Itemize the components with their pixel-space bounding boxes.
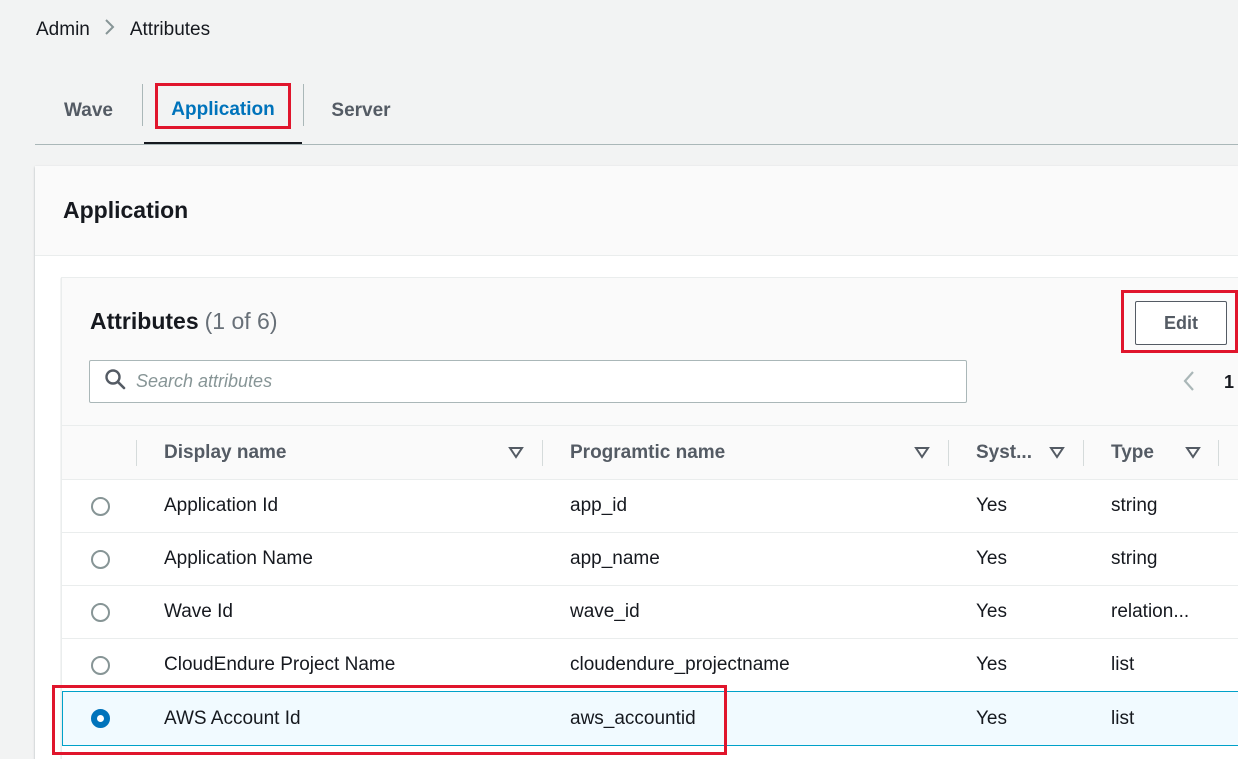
cell-system: Yes — [976, 495, 1007, 516]
cell-type: list — [1111, 707, 1135, 729]
column-separator — [136, 440, 137, 466]
cell-type: relation... — [1111, 601, 1190, 622]
cell-programmatic-name: wave_id — [570, 601, 640, 622]
search-input[interactable] — [136, 371, 936, 392]
tab-application[interactable]: Application — [144, 78, 302, 144]
row-radio-button[interactable] — [91, 603, 110, 622]
cell-type: list — [1111, 654, 1135, 675]
cell-system: Yes — [976, 548, 1007, 569]
tab-wave[interactable]: Wave — [35, 78, 142, 144]
cell-system: Yes — [976, 707, 1007, 729]
column-separator — [948, 440, 949, 466]
search-icon — [90, 368, 136, 395]
column-header-display-name[interactable]: Display name — [164, 426, 287, 479]
column-separator — [542, 440, 543, 466]
cell-programmatic-name: app_name — [570, 548, 660, 569]
row-radio-button[interactable] — [91, 656, 110, 675]
tab-bar: Wave Application Server — [35, 78, 1238, 145]
table-row[interactable]: Application Name app_name Yes string — [62, 533, 1238, 586]
table-title-text: Attributes — [90, 308, 199, 334]
table-row-selected[interactable]: AWS Account Id aws_accountid Yes list — [62, 691, 1238, 746]
table-header-area: Attributes(1 of 6) Edit 1 — [62, 278, 1238, 426]
row-radio-button-checked[interactable] — [91, 709, 110, 728]
breadcrumb: Admin Attributes — [36, 18, 210, 42]
cell-programmatic-name: cloudendure_projectname — [570, 654, 790, 675]
table-count: (1 of 6) — [204, 308, 278, 334]
edit-button[interactable]: Edit — [1135, 301, 1227, 345]
cell-type: string — [1111, 495, 1158, 516]
cell-programmatic-name: aws_accountid — [570, 707, 696, 729]
cell-display-name: Application Id — [164, 495, 279, 516]
cell-programmatic-name: app_id — [570, 495, 628, 516]
row-radio-button[interactable] — [91, 550, 110, 569]
breadcrumb-admin-link[interactable]: Admin — [36, 19, 90, 41]
tab-divider — [142, 84, 143, 126]
attributes-table-panel: Attributes(1 of 6) Edit 1 Display name — [61, 277, 1238, 759]
table-row[interactable]: CloudEndure Project Name cloudendure_pro… — [62, 639, 1238, 692]
table-row[interactable]: Wave Id wave_id Yes relation... — [62, 586, 1238, 639]
column-separator — [1218, 440, 1219, 466]
row-radio-button[interactable] — [91, 497, 110, 516]
container-title: Application — [63, 197, 189, 223]
sort-caret-down-icon[interactable] — [1049, 444, 1065, 460]
breadcrumb-current: Attributes — [129, 19, 211, 40]
cell-display-name: Application Name — [164, 548, 313, 569]
cell-display-name: AWS Account Id — [164, 707, 301, 729]
chevron-right-icon — [104, 18, 116, 42]
column-header-programmatic-name[interactable]: Programtic name — [570, 426, 725, 479]
pager-page-1[interactable]: 1 — [1224, 372, 1234, 393]
cell-display-name: Wave Id — [164, 601, 233, 622]
tab-server[interactable]: Server — [304, 78, 418, 144]
sort-caret-down-icon[interactable] — [508, 444, 524, 460]
column-header-type[interactable]: Type — [1111, 426, 1154, 479]
column-header-system[interactable]: Syst... — [976, 426, 1032, 479]
table-column-header: Display name Programtic name Syst... Typ… — [62, 426, 1238, 480]
column-separator — [1083, 440, 1084, 466]
pager-previous-icon[interactable] — [1182, 368, 1196, 399]
container-header: Application — [35, 166, 1238, 256]
cell-display-name: CloudEndure Project Name — [164, 654, 396, 675]
cell-type: string — [1111, 548, 1158, 569]
table-row[interactable]: Application Id app_id Yes string — [62, 480, 1238, 533]
sort-caret-down-icon[interactable] — [914, 444, 930, 460]
search-box — [89, 360, 967, 403]
cell-system: Yes — [976, 654, 1007, 675]
sort-caret-down-icon[interactable] — [1185, 444, 1201, 460]
cell-system: Yes — [976, 601, 1007, 622]
page-root: Admin Attributes Wave Application Server… — [0, 0, 1238, 759]
table-title: Attributes (1 of 6) — [90, 308, 278, 335]
